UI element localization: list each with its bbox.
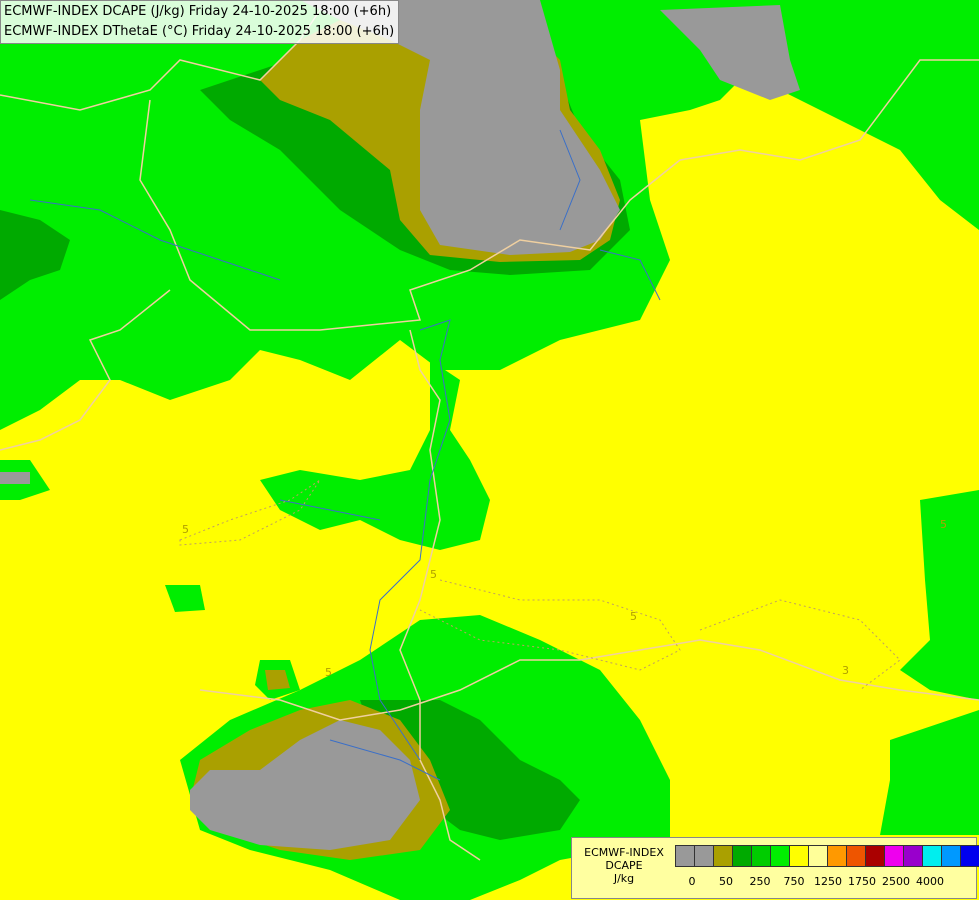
legend-swatch [960, 845, 979, 867]
legend-tick-label: 0 [688, 875, 696, 888]
legend-tick-label: 2500 [882, 875, 910, 888]
contour-label: 5 [430, 568, 437, 581]
color-legend: ECMWF-INDEX DCAPE J/kg 0 50 250 750 1250 1750… [571, 837, 979, 899]
legend-tick-label: 250 [749, 875, 771, 888]
legend-swatch [675, 845, 695, 867]
legend-swatch [884, 845, 904, 867]
legend-swatch [770, 845, 790, 867]
legend-tick-label: 1750 [848, 875, 876, 888]
legend-tick-label: 750 [783, 875, 805, 888]
legend-tick-label: 4000 [916, 875, 944, 888]
legend-swatch [827, 845, 847, 867]
contour-label: 5 [630, 610, 637, 623]
contour-label: 5 [940, 518, 947, 531]
legend-title: ECMWF-INDEX DCAPE J/kg [576, 846, 672, 885]
legend-swatches [675, 845, 979, 867]
legend-swatch [789, 845, 809, 867]
legend-swatch [941, 845, 961, 867]
contour-label: 3 [842, 664, 849, 677]
dcape-zone-gray-west-strip [0, 472, 30, 484]
weather-map: 5 5 5 5 3 5 [0, 0, 979, 900]
contour-label: 5 [182, 523, 189, 536]
contour-label: 5 [325, 666, 332, 679]
legend-title-line1: ECMWF-INDEX [584, 846, 664, 859]
legend-swatch [694, 845, 714, 867]
legend-tick-label: 50 [719, 875, 733, 888]
legend-swatch [751, 845, 771, 867]
legend-swatch [732, 845, 752, 867]
legend-tick-label: 1250 [814, 875, 842, 888]
legend-units: J/kg [613, 872, 635, 885]
legend-swatch [846, 845, 866, 867]
legend-swatch [903, 845, 923, 867]
legend-swatch [922, 845, 942, 867]
legend-ticks: 0 50 250 750 1250 1750 2500 4000 [675, 875, 975, 889]
legend-title-line2: DCAPE [605, 859, 643, 872]
header-line-dcape: ECMWF-INDEX DCAPE (J/kg) Friday 24-10-20… [4, 4, 392, 19]
header-line-dthetae: ECMWF-INDEX DThetaE (°C) Friday 24-10-20… [4, 24, 395, 39]
legend-swatch [713, 845, 733, 867]
map-header: ECMWF-INDEX DCAPE (J/kg) Friday 24-10-20… [0, 0, 400, 44]
legend-swatch [865, 845, 885, 867]
legend-swatch [808, 845, 828, 867]
